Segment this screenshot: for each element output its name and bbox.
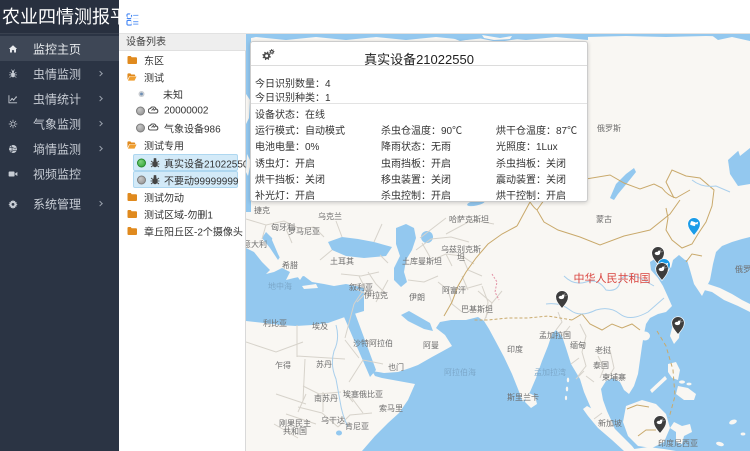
svg-text:蒙古: 蒙古 (596, 214, 612, 224)
svg-text:乌克兰: 乌克兰 (318, 211, 342, 221)
svg-text:俄罗斯: 俄罗斯 (597, 123, 621, 133)
svg-text:巴基斯坦: 巴基斯坦 (461, 304, 493, 314)
svg-text:土耳其: 土耳其 (330, 256, 354, 266)
svg-text:孟加拉湾: 孟加拉湾 (534, 367, 566, 377)
svg-text:希腊: 希腊 (282, 260, 298, 270)
svg-text:意大利: 意大利 (246, 239, 267, 249)
svg-text:印度: 印度 (507, 344, 523, 354)
svg-text:孟加拉国: 孟加拉国 (539, 330, 571, 340)
svg-text:伊朗: 伊朗 (409, 292, 425, 302)
svg-text:利比亚: 利比亚 (263, 318, 287, 328)
svg-text:斯里兰卡: 斯里兰卡 (507, 392, 539, 402)
svg-text:阿曼: 阿曼 (423, 341, 439, 350)
svg-text:俄罗斯: 俄罗斯 (735, 264, 750, 274)
svg-text:埃塞俄比亚: 埃塞俄比亚 (343, 389, 383, 399)
svg-text:阿拉伯海: 阿拉伯海 (444, 367, 476, 377)
svg-text:地中海: 地中海 (268, 281, 292, 291)
svg-text:索马里: 索马里 (379, 403, 403, 413)
svg-text:乌干达: 乌干达 (321, 415, 345, 425)
svg-text:也门: 也门 (388, 362, 404, 372)
svg-text:沙特阿拉伯: 沙特阿拉伯 (353, 338, 393, 348)
svg-text:土库曼斯坦: 土库曼斯坦 (402, 256, 442, 266)
svg-text:阿富汗: 阿富汗 (442, 285, 466, 295)
svg-text:肯尼亚: 肯尼亚 (345, 421, 369, 431)
svg-text:柬埔寨: 柬埔寨 (602, 372, 626, 382)
svg-text:缅甸: 缅甸 (570, 340, 586, 350)
svg-text:共和国: 共和国 (283, 427, 307, 436)
svg-text:苏丹: 苏丹 (316, 359, 332, 369)
svg-text:坦: 坦 (457, 253, 465, 262)
svg-text:哈萨克斯坦: 哈萨克斯坦 (449, 214, 489, 224)
svg-text:埃及: 埃及 (312, 321, 328, 331)
svg-text:新加坡: 新加坡 (598, 418, 622, 428)
svg-text:伊拉克: 伊拉克 (364, 290, 388, 300)
svg-text:罗马尼亚: 罗马尼亚 (288, 227, 320, 236)
svg-text:南苏丹: 南苏丹 (314, 393, 338, 403)
svg-text:泰国: 泰国 (593, 360, 609, 370)
svg-text:中华人民共和国: 中华人民共和国 (574, 271, 651, 285)
svg-text:印度尼西亚: 印度尼西亚 (658, 438, 698, 448)
svg-text:捷克: 捷克 (254, 205, 270, 215)
svg-text:老挝: 老挝 (595, 345, 611, 355)
svg-text:乍得: 乍得 (275, 360, 291, 370)
